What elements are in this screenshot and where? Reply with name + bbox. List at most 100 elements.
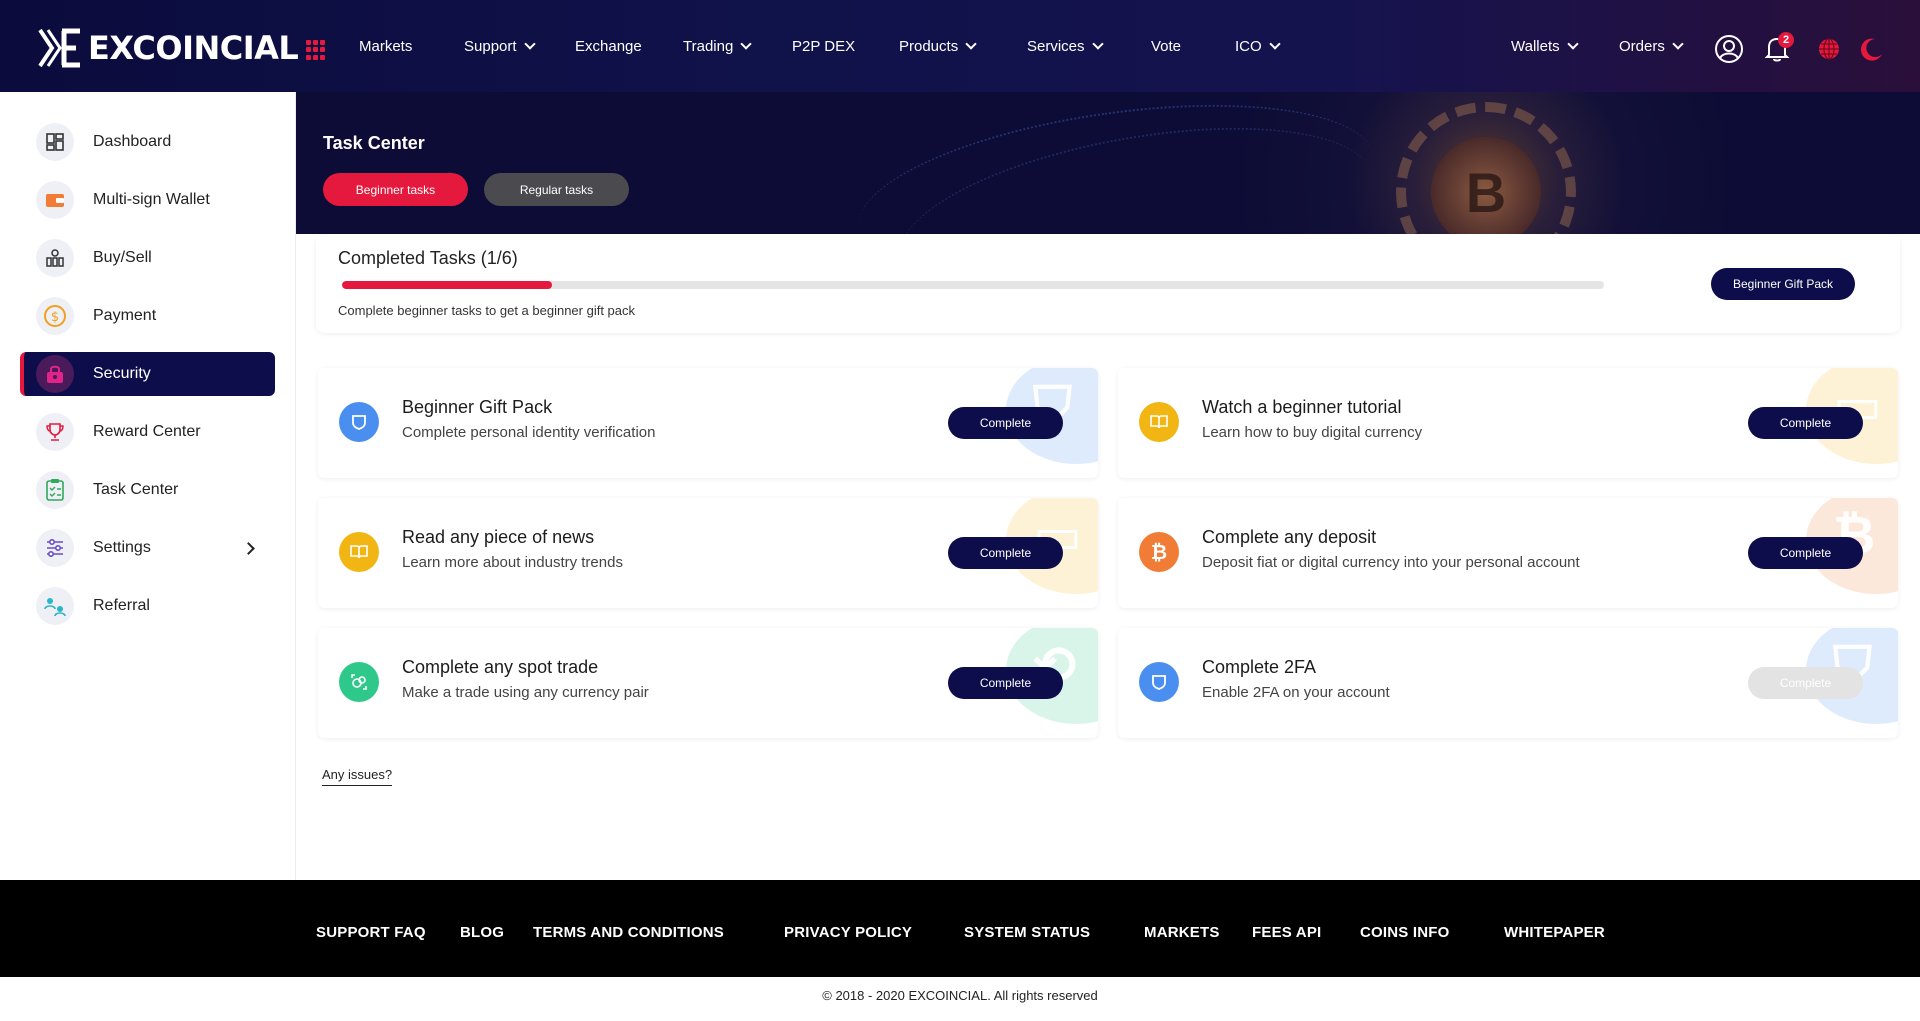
nav-wallets[interactable]: Wallets bbox=[1511, 38, 1579, 55]
task-card-complete-deposit: ₿ ₿ Complete any deposit Deposit fiat or… bbox=[1118, 498, 1898, 608]
completed-tasks-title: Completed Tasks (1/6) bbox=[338, 248, 518, 268]
sidebar-item-label: Dashboard bbox=[93, 133, 172, 150]
sidebar-item-buy-sell[interactable]: Buy/Sell bbox=[20, 236, 275, 280]
complete-button[interactable]: Complete bbox=[1748, 537, 1863, 569]
nav-ico[interactable]: ICO bbox=[1235, 38, 1281, 55]
sidebar-item-reward-center[interactable]: Reward Center bbox=[20, 410, 275, 454]
nav-services[interactable]: Services bbox=[1027, 38, 1104, 55]
task-card-beginner-gift-pack: ⛉ Beginner Gift Pack Complete personal i… bbox=[318, 368, 1098, 478]
complete-button[interactable]: Complete bbox=[948, 407, 1063, 439]
task-progress-bar bbox=[342, 281, 1604, 289]
trade-icon bbox=[339, 662, 379, 702]
sidebar-item-label: Referral bbox=[93, 597, 150, 614]
brand-logo[interactable]: EXCOINCIAL bbox=[38, 28, 299, 68]
any-issues-link[interactable]: Any issues? bbox=[322, 767, 393, 786]
complete-button[interactable]: Complete bbox=[1748, 407, 1863, 439]
sidebar: Dashboard Multi-sign Wallet Buy/Sell $ P… bbox=[0, 92, 296, 880]
nav-orders[interactable]: Orders bbox=[1619, 38, 1684, 55]
nav-vote[interactable]: Vote bbox=[1151, 38, 1181, 55]
task-card-read-news: ▭ Read any piece of news Learn more abou… bbox=[318, 498, 1098, 608]
task-subtitle: Make a trade using any currency pair bbox=[402, 684, 649, 701]
sidebar-item-dashboard[interactable]: Dashboard bbox=[20, 120, 275, 164]
beginner-gift-pack-button[interactable]: Beginner Gift Pack bbox=[1711, 268, 1855, 300]
task-subtitle: Enable 2FA on your account bbox=[1202, 684, 1390, 701]
tab-beginner-tasks[interactable]: Beginner tasks bbox=[323, 173, 468, 206]
globe-icon[interactable] bbox=[1814, 34, 1844, 64]
footer: SUPPORT FAQ BLOG TERMS AND CONDITIONS PR… bbox=[0, 880, 1920, 977]
task-card-spot-trade: ⟲ Complete any spot trade Make a trade u… bbox=[318, 628, 1098, 738]
logo-mark-icon bbox=[38, 28, 80, 68]
bell-icon[interactable]: 2 bbox=[1762, 32, 1794, 64]
chevron-right-icon bbox=[242, 541, 255, 555]
book-icon bbox=[1139, 402, 1179, 442]
chevron-down-icon bbox=[1672, 38, 1684, 50]
nav-p2p-dex[interactable]: P2P DEX bbox=[792, 38, 855, 55]
brand-name: EXCOINCIAL bbox=[88, 29, 299, 67]
sidebar-item-label: Reward Center bbox=[93, 423, 201, 440]
coins-icon bbox=[36, 239, 74, 277]
bitcoin-coin-image: B bbox=[1396, 102, 1576, 234]
footer-link-support-faq[interactable]: SUPPORT FAQ bbox=[316, 924, 426, 941]
complete-button[interactable]: Complete bbox=[948, 537, 1063, 569]
sidebar-item-label: Multi-sign Wallet bbox=[93, 191, 210, 208]
chevron-down-icon bbox=[965, 38, 977, 50]
sidebar-item-label: Security bbox=[93, 365, 151, 382]
task-title: Complete any spot trade bbox=[402, 657, 599, 677]
referral-icon bbox=[36, 587, 74, 625]
sidebar-item-task-center[interactable]: Task Center bbox=[20, 468, 275, 512]
task-subtitle: Deposit fiat or digital currency into yo… bbox=[1202, 554, 1580, 571]
complete-button-disabled: Complete bbox=[1748, 667, 1863, 699]
copyright-text: © 2018 - 2020 EXCOINCIAL. All rights res… bbox=[822, 988, 1098, 1003]
sidebar-item-label: Payment bbox=[93, 307, 157, 324]
task-subtitle: Complete personal identity verification bbox=[402, 424, 656, 441]
task-subtitle: Learn more about industry trends bbox=[402, 554, 623, 571]
task-card-complete-2fa: ⛉ Complete 2FA Enable 2FA on your accoun… bbox=[1118, 628, 1898, 738]
sidebar-item-label: Buy/Sell bbox=[93, 249, 152, 266]
task-title: Beginner Gift Pack bbox=[402, 397, 553, 417]
trophy-icon bbox=[36, 413, 74, 451]
sidebar-item-payment[interactable]: $ Payment bbox=[20, 294, 275, 338]
nav-trading[interactable]: Trading bbox=[683, 38, 752, 55]
lock-icon bbox=[36, 355, 74, 393]
sidebar-item-referral[interactable]: Referral bbox=[20, 584, 275, 628]
completed-tasks-subtitle: Complete beginner tasks to get a beginne… bbox=[338, 303, 636, 318]
footer-link-markets[interactable]: MARKETS bbox=[1144, 924, 1220, 941]
footer-link-coins-info[interactable]: COINS INFO bbox=[1360, 924, 1450, 941]
footer-link-whitepaper[interactable]: WHITEPAPER bbox=[1504, 924, 1605, 941]
task-title: Complete any deposit bbox=[1202, 527, 1377, 547]
moon-icon[interactable] bbox=[1856, 34, 1886, 64]
sidebar-item-settings[interactable]: Settings bbox=[20, 526, 275, 570]
notification-count-badge: 2 bbox=[1778, 32, 1794, 48]
page-title: Task Center bbox=[323, 133, 425, 153]
shield-icon bbox=[339, 402, 379, 442]
footer-link-blog[interactable]: BLOG bbox=[460, 924, 504, 941]
complete-button[interactable]: Complete bbox=[948, 667, 1063, 699]
completed-tasks-card: Completed Tasks (1/6) Complete beginner … bbox=[316, 234, 1900, 333]
apps-grid-icon[interactable] bbox=[306, 40, 326, 60]
task-center-hero-banner: B bbox=[296, 92, 1920, 234]
nav-support[interactable]: Support bbox=[464, 38, 536, 55]
dashboard-icon bbox=[36, 123, 74, 161]
sidebar-item-security[interactable]: Security bbox=[20, 352, 275, 396]
tab-regular-tasks[interactable]: Regular tasks bbox=[484, 173, 629, 206]
user-icon[interactable] bbox=[1714, 34, 1744, 64]
task-progress-fill bbox=[342, 281, 553, 289]
nav-products[interactable]: Products bbox=[899, 38, 977, 55]
shield-icon bbox=[1139, 662, 1179, 702]
task-title: Complete 2FA bbox=[1202, 657, 1317, 677]
footer-link-system-status[interactable]: SYSTEM STATUS bbox=[964, 924, 1090, 941]
chevron-down-icon bbox=[1566, 38, 1579, 50]
bitcoin-icon: ₿ bbox=[1139, 532, 1179, 572]
svg-text:$: $ bbox=[51, 310, 59, 325]
footer-link-privacy-policy[interactable]: PRIVACY POLICY bbox=[784, 924, 912, 941]
nav-markets[interactable]: Markets bbox=[359, 38, 412, 55]
footer-link-terms[interactable]: TERMS AND CONDITIONS bbox=[533, 924, 724, 941]
task-card-watch-tutorial: ▭ Watch a beginner tutorial Learn how to… bbox=[1118, 368, 1898, 478]
dollar-icon: $ bbox=[36, 297, 74, 335]
sidebar-item-label: Settings bbox=[93, 539, 151, 556]
sidebar-item-multi-sign-wallet[interactable]: Multi-sign Wallet bbox=[20, 178, 275, 222]
nav-exchange[interactable]: Exchange bbox=[575, 38, 642, 55]
book-icon bbox=[339, 532, 379, 572]
footer-link-fees-api[interactable]: FEES API bbox=[1252, 924, 1321, 941]
task-title: Watch a beginner tutorial bbox=[1202, 397, 1402, 417]
